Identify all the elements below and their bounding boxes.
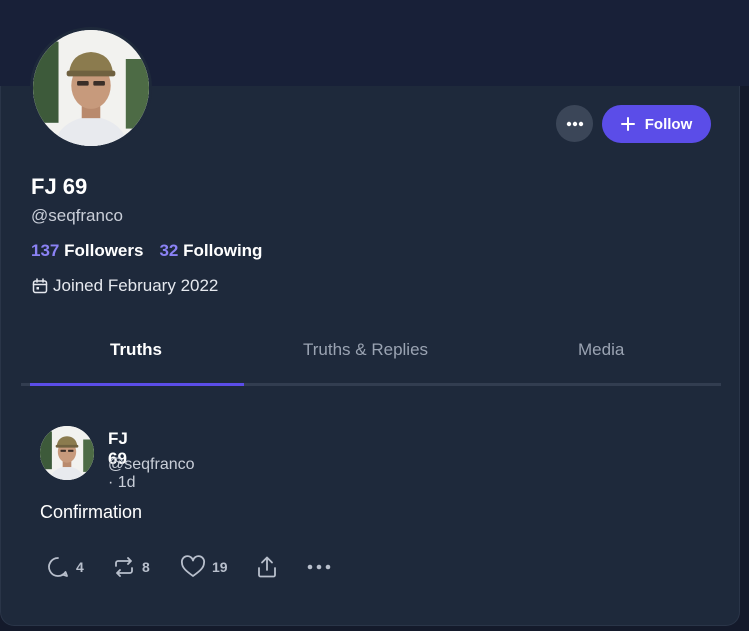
following-count: 32 (159, 241, 179, 260)
tab-truths-replies[interactable]: Truths & Replies (303, 340, 428, 360)
followers-count: 137 (31, 241, 60, 260)
share-button[interactable] (256, 555, 306, 579)
share-icon (258, 556, 276, 578)
plus-icon (620, 117, 635, 131)
more-icon (307, 564, 331, 570)
followers-link[interactable]: 137 Followers (31, 241, 143, 261)
followers-label: Followers (64, 241, 144, 260)
follow-button[interactable]: Follow (602, 105, 711, 143)
profile-handle: @seqfranco (31, 206, 123, 225)
post-more-button[interactable] (306, 564, 332, 570)
tab-media[interactable]: Media (578, 340, 624, 360)
profile-avatar[interactable] (30, 27, 152, 149)
joined-text: Joined February 2022 (53, 276, 219, 295)
profile-photo (33, 30, 149, 146)
like-icon (181, 555, 205, 577)
profile-stats: 137 Followers 32 Following (31, 241, 262, 261)
reply-icon (48, 557, 68, 577)
active-tab-indicator (30, 383, 244, 386)
post-text: Confirmation (40, 502, 143, 522)
reply-count: 4 (76, 559, 84, 575)
profile-tabs: Truths Truths & Replies Media (21, 330, 721, 386)
more-options-button[interactable] (556, 105, 593, 142)
tab-truths[interactable]: Truths (110, 340, 162, 360)
post-meta: @seqfranco · 1d (108, 456, 195, 491)
following-link[interactable]: 32 Following (159, 241, 262, 261)
retruth-icon (115, 557, 133, 577)
retruth-count: 8 (142, 559, 150, 575)
profile-display-name: FJ 69 (31, 174, 88, 199)
calendar-icon (32, 278, 48, 294)
profile-page: Follow FJ 69 @seqfranco 137 Followers 32… (0, 0, 749, 631)
like-count: 19 (212, 559, 228, 575)
follow-label: Follow (644, 115, 693, 133)
more-icon (566, 121, 583, 126)
post-author-avatar[interactable] (40, 426, 94, 480)
post-actions: 4 8 19 (46, 553, 332, 581)
post-author-photo (40, 426, 94, 480)
following-label: Following (183, 241, 263, 260)
like-button[interactable]: 19 (180, 555, 256, 579)
retruth-button[interactable]: 8 (112, 555, 180, 579)
reply-button[interactable]: 4 (46, 555, 112, 579)
joined-date: Joined February 2022 (32, 276, 218, 296)
